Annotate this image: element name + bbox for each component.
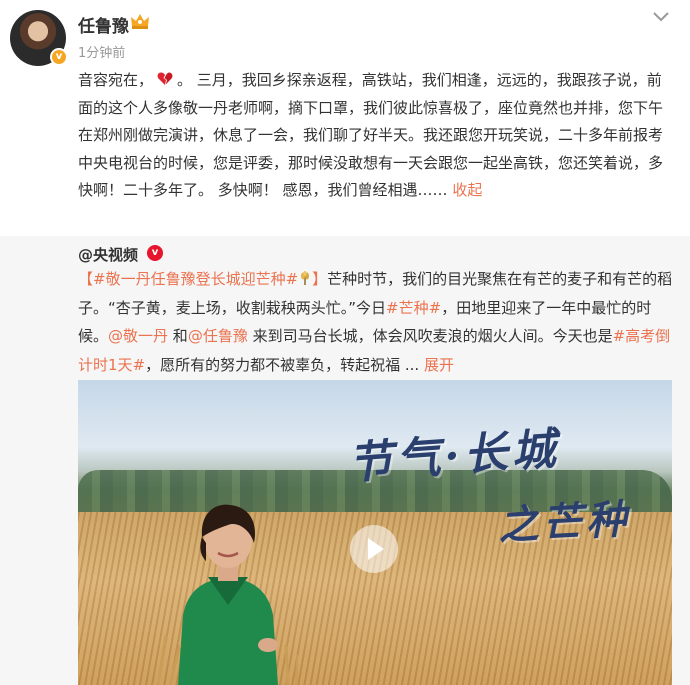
red-v-icon: v [147, 245, 163, 261]
repost-text-5: ，愿所有的努力都不被辜负，转起祝福 ... [145, 355, 424, 374]
post-header: v 任鲁豫 1分钟前 [0, 0, 690, 70]
topic-link-main[interactable]: #敬一丹任鲁豫登长城迎芒种# [93, 270, 298, 288]
post-body: 音容宛在，。 三月，我回乡探亲返程，高铁站，我们相逢，远远的，我跟孩子说，前面的… [78, 67, 674, 205]
verified-badge-icon: v [50, 48, 68, 66]
broken-heart-icon [157, 72, 173, 85]
repost-author[interactable]: @央视频 [78, 244, 138, 265]
post-timestamp[interactable]: 1分钟前 [78, 42, 125, 61]
mention-ren-luyu[interactable]: @任鲁豫 [188, 327, 248, 345]
chevron-down-icon[interactable] [651, 10, 671, 24]
woman-in-field-figure [158, 504, 298, 685]
author-avatar[interactable]: v [10, 10, 68, 66]
post-text-part1: 音容宛在， [78, 71, 154, 89]
wheat-emoji-icon [301, 271, 310, 285]
expand-link[interactable]: 展开 [424, 356, 454, 374]
mention-jing-yidan[interactable]: @敬一丹 [108, 327, 168, 345]
repost-body: 【#敬一丹任鲁豫登长城迎芒种# 】芒种时节，我们的目光聚焦在有芒的麦子和有芒的稻子… [78, 265, 674, 379]
play-icon[interactable] [350, 525, 398, 573]
video-title-calligraphy-2: 之芒种 [497, 495, 632, 550]
video-thumbnail[interactable]: 节气·长城 之芒种 [78, 380, 672, 685]
author-name[interactable]: 任鲁豫 [78, 12, 129, 37]
repost-text-4: 来到司马台长城，体会风吹麦浪的烟火人间。今天也是 [247, 327, 613, 345]
crown-icon [131, 14, 149, 29]
repost-text-3: 和 [168, 327, 188, 345]
bracket-close: 】 [312, 270, 328, 288]
collapse-link[interactable]: 收起 [452, 181, 482, 199]
post-text-part2: 。 三月，我回乡探亲返程，高铁站，我们相逢，远远的，我跟孩子说，前面的这个人多像… [78, 71, 664, 199]
topic-link-mangzhong[interactable]: #芒种# [386, 299, 441, 317]
bracket-open: 【 [78, 270, 94, 288]
